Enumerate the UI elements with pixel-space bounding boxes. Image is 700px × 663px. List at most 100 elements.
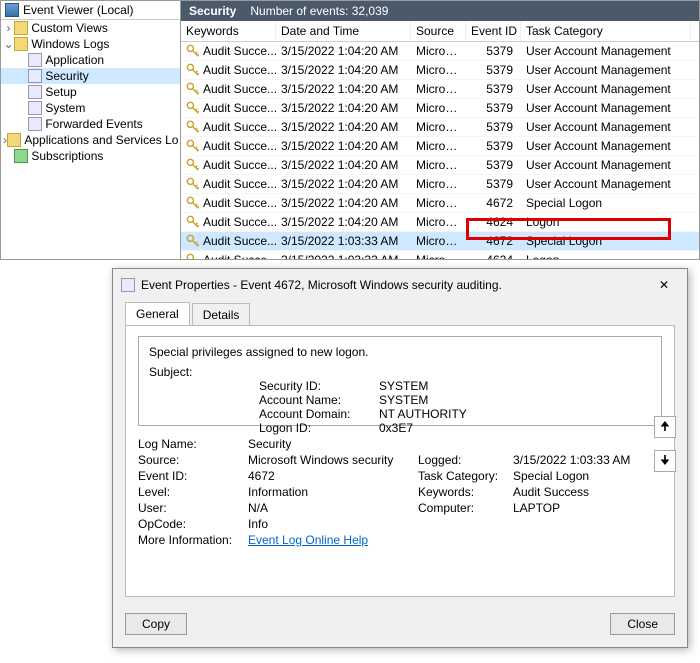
tree-label: Custom Views — [31, 21, 107, 35]
dialog-icon — [121, 278, 135, 292]
table-row[interactable]: Audit Succe...3/15/2022 1:04:20 AMMicros… — [181, 213, 699, 232]
folder-icon — [7, 133, 21, 147]
table-row[interactable]: Audit Succe...3/15/2022 1:04:20 AMMicros… — [181, 194, 699, 213]
dialog-footer: Copy Close — [113, 605, 687, 647]
subject-label: Subject: — [149, 365, 651, 379]
col-eventid[interactable]: Event ID — [466, 21, 521, 41]
table-row[interactable]: Audit Succe...3/15/2022 1:04:20 AMMicros… — [181, 137, 699, 156]
header-count: Number of events: 32,039 — [250, 4, 388, 18]
tree-setup[interactable]: Setup — [1, 84, 180, 100]
log-icon — [28, 69, 42, 83]
log-icon — [28, 117, 42, 131]
user-label: User: — [138, 501, 248, 515]
tree-application[interactable]: Application — [1, 52, 180, 68]
tree-label: Subscriptions — [31, 149, 103, 163]
logname-label: Log Name: — [138, 437, 248, 451]
table-row[interactable]: Audit Succe...3/15/2022 1:04:20 AMMicros… — [181, 42, 699, 61]
level-value: Information — [248, 485, 418, 499]
account-value: SYSTEM — [379, 393, 428, 407]
online-help-link[interactable]: Event Log Online Help — [248, 533, 368, 547]
keywords-label: Keywords: — [418, 485, 513, 499]
dialog-titlebar[interactable]: Event Properties - Event 4672, Microsoft… — [113, 269, 687, 301]
folder-icon — [14, 37, 28, 51]
col-datetime[interactable]: Date and Time — [276, 21, 411, 41]
account-label: Account Name: — [259, 393, 379, 407]
logonid-value: 0x3E7 — [379, 421, 413, 435]
tree-label: Applications and Services Lo — [24, 133, 178, 147]
source-label: Source: — [138, 453, 248, 467]
tree-label: System — [45, 101, 85, 115]
column-headers[interactable]: Keywords Date and Time Source Event ID T… — [181, 21, 699, 42]
expand-icon[interactable]: › — [3, 21, 14, 35]
event-viewer-window: Event Viewer (Local) › Custom Views ⌄ Wi… — [0, 0, 700, 260]
log-icon — [28, 53, 42, 67]
table-row[interactable]: Audit Succe...3/15/2022 1:04:20 AMMicros… — [181, 80, 699, 99]
close-button[interactable]: Close — [610, 613, 675, 635]
computer-label: Computer: — [418, 501, 513, 515]
tree-system[interactable]: System — [1, 100, 180, 116]
event-list[interactable]: Audit Succe...3/15/2022 1:04:20 AMMicros… — [181, 42, 699, 259]
table-row[interactable]: Audit Succe...3/15/2022 1:04:20 AMMicros… — [181, 118, 699, 137]
moreinfo-label: More Information: — [138, 533, 248, 547]
folder-icon — [14, 21, 28, 35]
table-row[interactable]: Audit Succe...3/15/2022 1:04:20 AMMicros… — [181, 156, 699, 175]
copy-button[interactable]: Copy — [125, 613, 187, 635]
tree-root-label: Event Viewer (Local) — [23, 3, 134, 17]
tree-root[interactable]: Event Viewer (Local) — [1, 1, 180, 20]
tree-windows-logs[interactable]: ⌄ Windows Logs — [1, 36, 180, 52]
tab-details[interactable]: Details — [192, 303, 251, 327]
nav-up-button[interactable]: 🠉 — [654, 416, 676, 438]
eventid-value: 4672 — [248, 469, 418, 483]
opcode-value: Info — [248, 517, 418, 531]
log-icon — [28, 101, 42, 115]
domain-value: NT AUTHORITY — [379, 407, 467, 421]
col-keywords[interactable]: Keywords — [181, 21, 276, 41]
content-panel: Security Number of events: 32,039 Keywor… — [181, 1, 699, 259]
logged-label: Logged: — [418, 453, 513, 467]
event-properties-dialog: Event Properties - Event 4672, Microsoft… — [112, 268, 688, 648]
tree-label: Windows Logs — [31, 37, 109, 51]
source-value: Microsoft Windows security — [248, 453, 418, 467]
eventid-label: Event ID: — [138, 469, 248, 483]
tree-security[interactable]: Security — [1, 68, 180, 84]
tree-apps-services[interactable]: › Applications and Services Lo — [1, 132, 180, 148]
logged-value: 3/15/2022 1:03:33 AM — [513, 453, 630, 467]
logname-value: Security — [248, 437, 418, 451]
col-task[interactable]: Task Category — [521, 21, 691, 41]
tree-subscriptions[interactable]: Subscriptions — [1, 148, 180, 164]
tree-panel: Event Viewer (Local) › Custom Views ⌄ Wi… — [1, 1, 181, 259]
domain-label: Account Domain: — [259, 407, 379, 421]
event-viewer-icon — [5, 3, 19, 17]
col-source[interactable]: Source — [411, 21, 466, 41]
header-title: Security — [189, 4, 236, 18]
level-label: Level: — [138, 485, 248, 499]
content-header: Security Number of events: 32,039 — [181, 1, 699, 21]
computer-value: LAPTOP — [513, 501, 560, 515]
opcode-label: OpCode: — [138, 517, 248, 531]
sid-label: Security ID: — [259, 379, 379, 393]
table-row[interactable]: Audit Succe...3/15/2022 1:03:33 AMMicros… — [181, 232, 699, 251]
tree-label: Setup — [45, 85, 76, 99]
tab-strip: General Details — [113, 301, 687, 325]
tree-label: Forwarded Events — [45, 117, 142, 131]
table-row[interactable]: Audit Succe...3/15/2022 1:04:20 AMMicros… — [181, 99, 699, 118]
tab-general-body: 🠉 🠋 Special privileges assigned to new l… — [125, 325, 675, 597]
tab-general[interactable]: General — [125, 302, 190, 326]
table-row[interactable]: Audit Succe...3/15/2022 1:04:20 AMMicros… — [181, 61, 699, 80]
table-row[interactable]: Audit Succe...3/15/2022 1:03:33 AMMicros… — [181, 251, 699, 259]
tree-label: Application — [45, 53, 104, 67]
nav-down-button[interactable]: 🠋 — [654, 450, 676, 472]
subscriptions-icon — [14, 149, 28, 163]
category-value: Special Logon — [513, 469, 589, 483]
table-row[interactable]: Audit Succe...3/15/2022 1:04:20 AMMicros… — [181, 175, 699, 194]
collapse-icon[interactable]: ⌄ — [3, 37, 14, 51]
sid-value: SYSTEM — [379, 379, 428, 393]
close-icon[interactable]: ✕ — [649, 275, 679, 295]
tree-custom-views[interactable]: › Custom Views — [1, 20, 180, 36]
tree-forwarded[interactable]: Forwarded Events — [1, 116, 180, 132]
dialog-title: Event Properties - Event 4672, Microsoft… — [141, 278, 643, 292]
user-value: N/A — [248, 501, 418, 515]
logonid-label: Logon ID: — [259, 421, 379, 435]
keywords-value: Audit Success — [513, 485, 589, 499]
event-message: Special privileges assigned to new logon… — [138, 336, 662, 426]
